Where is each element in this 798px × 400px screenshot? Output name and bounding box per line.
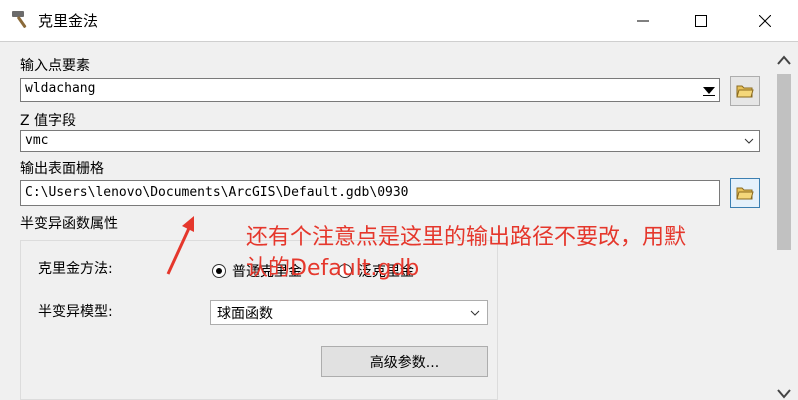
close-icon bbox=[759, 14, 771, 27]
kriging-method-label: 克里金方法: bbox=[38, 261, 113, 277]
folder-open-icon bbox=[736, 187, 754, 200]
input-points-browse-button[interactable] bbox=[730, 76, 760, 106]
chevron-down-icon bbox=[470, 310, 480, 316]
minimize-button[interactable] bbox=[620, 0, 666, 41]
annotation-arrow-icon bbox=[166, 216, 194, 275]
output-raster-input[interactable]: C:\Users\lenovo\Documents\ArcGIS\Default… bbox=[20, 180, 720, 206]
chevron-down-icon bbox=[744, 138, 754, 144]
hammer-icon bbox=[12, 11, 27, 28]
maximize-icon bbox=[695, 14, 707, 27]
window-title: 克里金法 bbox=[38, 12, 99, 30]
folder-open-icon bbox=[736, 85, 754, 98]
scroll-thumb[interactable] bbox=[777, 74, 791, 250]
semivariogram-model-value: 球面函数 bbox=[217, 306, 273, 322]
semivariogram-label: 半变异函数属性 bbox=[20, 216, 118, 232]
z-field-select[interactable]: vmc bbox=[20, 130, 760, 152]
dropdown-arrow-icon[interactable] bbox=[703, 84, 715, 96]
scroll-down-icon[interactable] bbox=[777, 388, 791, 400]
vertical-scrollbar[interactable] bbox=[770, 42, 798, 400]
advanced-parameters-button[interactable]: 高级参数... bbox=[321, 346, 488, 377]
z-field-value: vmc bbox=[25, 133, 49, 148]
maximize-button[interactable] bbox=[678, 0, 724, 41]
close-button[interactable] bbox=[742, 0, 788, 41]
semivariogram-model-select[interactable]: 球面函数 bbox=[210, 300, 488, 325]
minimize-icon bbox=[637, 20, 649, 21]
input-points-value: wldachang bbox=[25, 81, 96, 96]
input-points-label: 输入点要素 bbox=[20, 58, 90, 74]
radio-button-icon bbox=[212, 264, 226, 278]
input-points-combo[interactable]: wldachang bbox=[20, 78, 720, 102]
annotation-text: 还有个注意点是这里的输出路径不要改，用默认的Default.gdb bbox=[246, 225, 687, 281]
output-raster-value: C:\Users\lenovo\Documents\ArcGIS\Default… bbox=[25, 185, 409, 200]
output-raster-browse-button[interactable] bbox=[730, 178, 760, 208]
z-field-label: Z 值字段 bbox=[20, 113, 77, 129]
scroll-up-icon[interactable] bbox=[777, 54, 791, 66]
semivariogram-model-label: 半变异模型: bbox=[38, 304, 113, 320]
title-bar: 克里金法 bbox=[0, 0, 798, 42]
output-raster-label: 输出表面栅格 bbox=[20, 161, 104, 177]
